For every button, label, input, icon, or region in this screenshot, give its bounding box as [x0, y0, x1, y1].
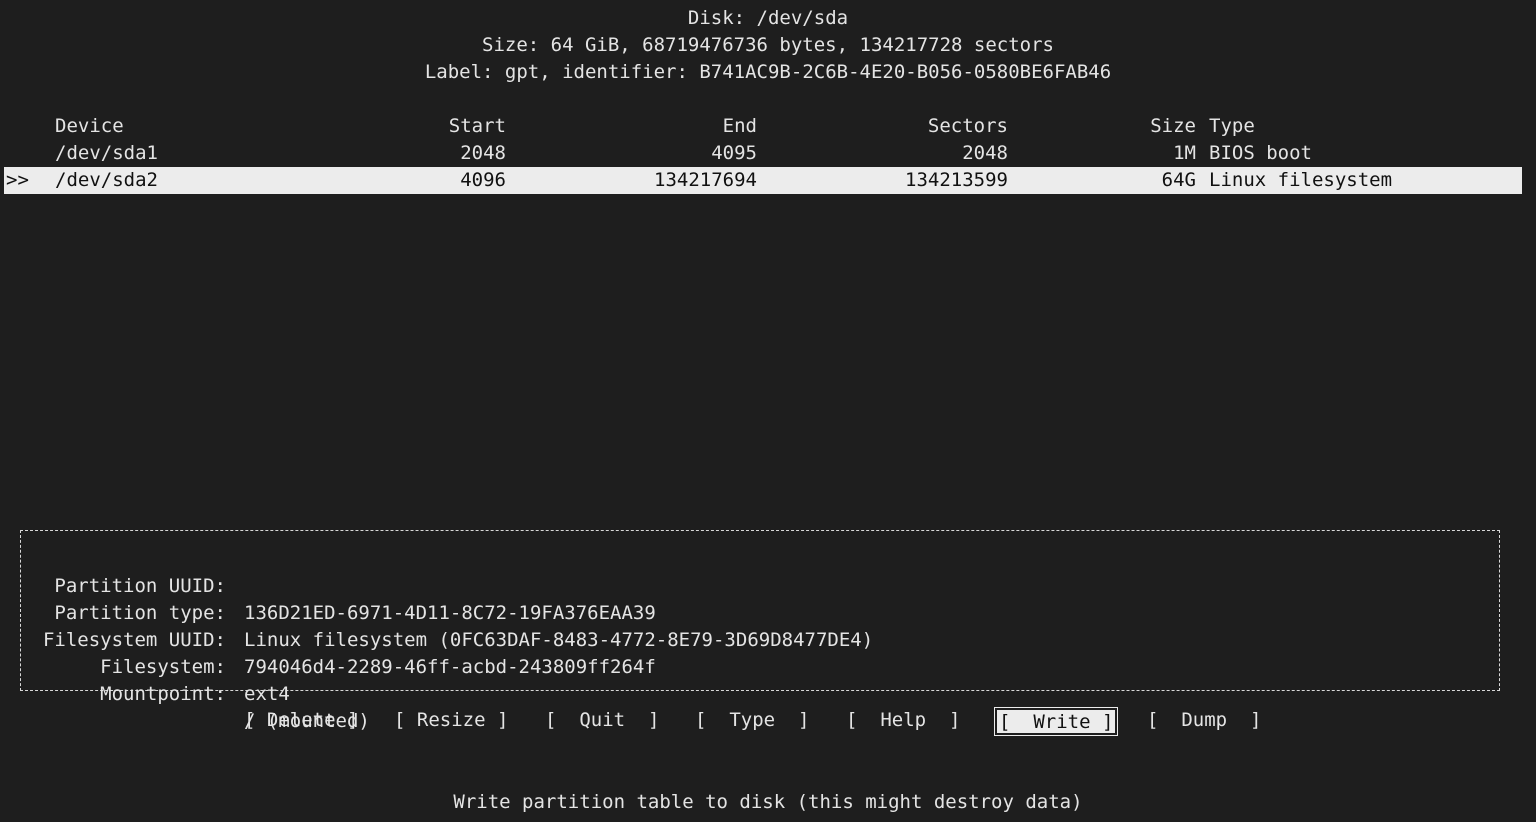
partition-row-sda2[interactable]: >> /dev/sda2 4096 134217694 134213599 64… — [4, 167, 1522, 194]
resize-button[interactable]: [ Resize ] — [392, 708, 510, 735]
column-header-end: End — [722, 115, 757, 137]
quit-button[interactable]: [ Quit ] — [543, 708, 661, 735]
cell-sectors: 2048 — [962, 142, 1008, 164]
partition-info-box: Partition UUID: 136D21ED-6971-4D11-8C72-… — [20, 530, 1500, 732]
delete-button[interactable]: [ Delete ] — [242, 708, 360, 735]
cell-sectors: 134213599 — [905, 169, 1008, 191]
cell-start: 2048 — [460, 142, 506, 164]
disk-label: Label: gpt, identifier: B741AC9B-2C6B-4E… — [424, 61, 1112, 83]
info-filesystem-uuid: Filesystem UUID: 794046d4-2289-46ff-acbd… — [21, 600, 1499, 678]
column-header-sectors: Sectors — [927, 115, 1008, 137]
cell-end: 4095 — [711, 142, 757, 164]
partition-row-sda1[interactable]: /dev/sda1 2048 4095 2048 1M BIOS boot — [4, 140, 1522, 167]
info-filesystem: Filesystem: ext4 — [21, 627, 1499, 705]
status-message: Write partition table to disk (this migh… — [453, 791, 1083, 813]
cell-size: 64G — [1161, 169, 1196, 191]
cell-size: 1M — [1173, 142, 1196, 164]
disk-name: Disk: /dev/sda — [687, 7, 849, 29]
dump-button[interactable]: [ Dump ] — [1145, 708, 1263, 735]
info-partition-uuid: Partition UUID: 136D21ED-6971-4D11-8C72-… — [21, 546, 1499, 624]
column-header-device: Device — [55, 115, 124, 137]
cell-type: Linux filesystem — [1209, 169, 1393, 191]
cell-device: /dev/sda1 — [55, 142, 158, 164]
cell-start: 4096 — [460, 169, 506, 191]
write-button[interactable]: [ Write ] — [993, 707, 1119, 736]
cell-end: 134217694 — [654, 169, 757, 191]
help-button[interactable]: [ Help ] — [844, 708, 962, 735]
row-marker: >> — [6, 169, 29, 191]
type-button[interactable]: [ Type ] — [693, 708, 811, 735]
column-header-start: Start — [448, 115, 506, 137]
cell-device: /dev/sda2 — [55, 169, 158, 191]
info-value: ext4 — [244, 683, 290, 705]
cell-type: BIOS boot — [1209, 142, 1312, 164]
action-menu: [ Delete ] [ Resize ] [ Quit ] [ Type ] … — [0, 707, 1536, 736]
info-mountpoint: Mountpoint: / (mounted) — [21, 654, 1499, 732]
disk-size: Size: 64 GiB, 68719476736 bytes, 1342177… — [482, 34, 1054, 56]
info-partition-type: Partition type: Linux filesystem (0FC63D… — [21, 573, 1499, 651]
info-label: Mountpoint: — [100, 683, 226, 705]
column-header-type: Type — [1209, 115, 1255, 137]
column-header-size: Size — [1150, 115, 1196, 137]
table-header: Device Start End Sectors Size Type — [4, 113, 1522, 140]
